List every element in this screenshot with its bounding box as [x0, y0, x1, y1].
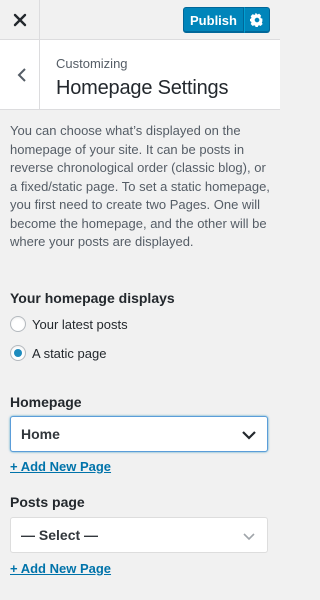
posts-page-add-new-page-link[interactable]: + Add New Page: [10, 561, 111, 576]
homepage-select[interactable]: Home: [10, 416, 268, 452]
radio-latest-posts[interactable]: Your latest posts: [10, 314, 128, 334]
section-description-wrapper: You can choose what’s displayed on the h…: [10, 122, 270, 252]
posts-page-select[interactable]: — Select —: [10, 517, 268, 553]
chevron-left-icon: [17, 67, 26, 82]
publish-settings-button[interactable]: [244, 7, 270, 33]
close-button[interactable]: [0, 0, 40, 40]
radio-button[interactable]: [10, 316, 26, 332]
posts-page-label: Posts page: [10, 494, 85, 510]
homepage-label: Homepage: [10, 394, 82, 410]
posts-page-select-value: — Select —: [21, 527, 99, 543]
radio-static-page[interactable]: A static page: [10, 343, 106, 363]
homepage-add-new-page-link[interactable]: + Add New Page: [10, 459, 111, 474]
close-icon: [13, 13, 26, 27]
radio-button-checked[interactable]: [10, 345, 26, 361]
radio-dot-icon: [14, 349, 22, 357]
publish-button[interactable]: Publish: [183, 7, 244, 33]
homepage-displays-title: Your homepage displays: [10, 290, 175, 306]
chevron-down-icon: [243, 533, 255, 541]
section-description: You can choose what’s displayed on the h…: [10, 123, 270, 249]
chevron-down-icon: [242, 431, 256, 440]
radio-label: Your latest posts: [32, 316, 128, 332]
section-header: Customizing Homepage Settings: [0, 40, 280, 110]
homepage-select-value: Home: [21, 426, 60, 442]
publish-button-group: Publish: [183, 7, 270, 33]
radio-label: A static page: [32, 345, 107, 361]
breadcrumb: Customizing: [56, 56, 128, 71]
section-title: Homepage Settings: [56, 77, 229, 99]
customizer-header: Publish: [0, 0, 280, 40]
gear-icon: [250, 13, 264, 27]
back-button[interactable]: [0, 40, 40, 109]
